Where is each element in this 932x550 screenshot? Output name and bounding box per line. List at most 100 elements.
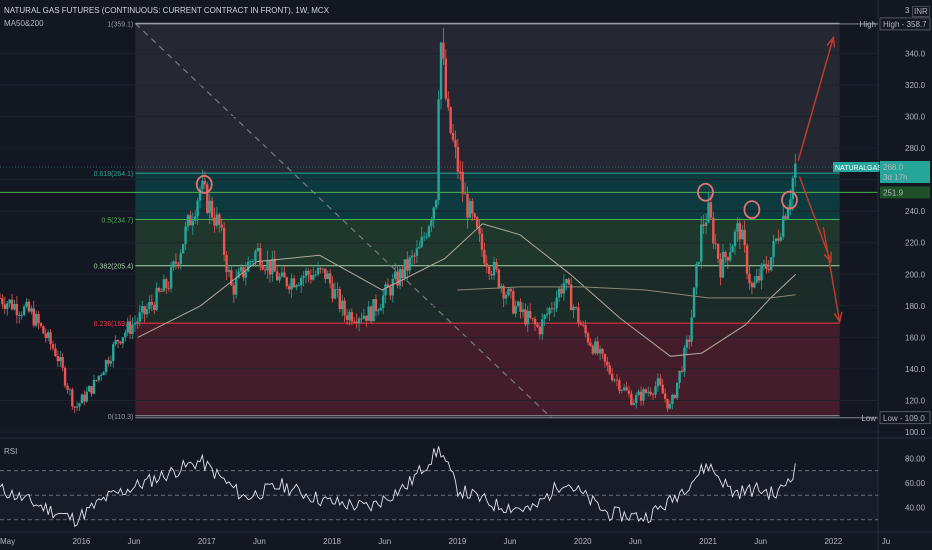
candle-body [194, 216, 197, 221]
candle-body [466, 194, 469, 218]
candle-body [543, 314, 546, 320]
candle-body [218, 214, 221, 225]
candle-body [394, 271, 397, 280]
candle-body [355, 321, 358, 324]
candle-body [728, 252, 732, 261]
candle-body [422, 236, 426, 238]
candle-body [107, 359, 110, 364]
time-tick-label: Jun [378, 537, 391, 546]
candle-body [697, 261, 701, 264]
candle-body [454, 139, 457, 147]
price-tick-label: 300.0 [905, 113, 926, 122]
candle-body [220, 224, 223, 228]
rsi-band [0, 470, 878, 520]
candle-body [360, 318, 363, 320]
indicator-label[interactable]: MA50&200 [4, 19, 44, 28]
candle-body [651, 394, 655, 396]
candle-body [287, 286, 291, 290]
candle-body [172, 261, 175, 268]
candle-body [398, 268, 402, 286]
candle-body [280, 272, 284, 277]
candle-body [480, 233, 484, 250]
candle-body [61, 357, 64, 368]
time-tick-label: Jun [128, 537, 141, 546]
candle-body [119, 341, 122, 344]
candle [37, 310, 40, 330]
price-tick-label: 160.0 [905, 333, 926, 342]
time-axis[interactable]: May 2016 Jun 2017 Jun 2018 Jun 2019 Jun 2020 Jun 20… [0, 531, 932, 546]
candle-body [688, 339, 691, 342]
candle-body [437, 99, 440, 201]
candle-body [753, 282, 756, 288]
candle-body [581, 324, 585, 326]
candle-body [661, 384, 664, 394]
candle-body [191, 220, 194, 226]
time-tick-label: 2019 [449, 537, 467, 546]
candle-body [721, 251, 725, 278]
candle [112, 341, 115, 368]
candle-body [794, 163, 797, 178]
rsi-pane: 40.00 60.00 80.00 [0, 437, 932, 528]
candle [97, 375, 101, 383]
candle-body [709, 202, 713, 218]
candle-body [365, 315, 368, 321]
candle-body [704, 222, 708, 226]
candle-body [519, 301, 522, 312]
candle [54, 343, 57, 357]
candle-body [738, 223, 742, 240]
candle-body [283, 272, 286, 278]
candle-body [574, 307, 578, 308]
candle-body [606, 361, 609, 366]
candle-body [319, 268, 322, 270]
candle-body [145, 308, 149, 315]
candle-body [444, 58, 448, 99]
candle-body [654, 386, 657, 395]
candle-body [256, 248, 260, 252]
candle-body [131, 324, 134, 334]
candle-body [415, 248, 419, 256]
candle-body [3, 304, 7, 309]
rsi-tick-label: 40.00 [905, 503, 926, 512]
candle-body [162, 279, 166, 292]
candle-body [54, 348, 57, 357]
candle-body [678, 370, 681, 383]
candle-body [247, 261, 250, 272]
fib-zone [135, 23, 840, 174]
candle-body [485, 263, 488, 267]
candle-body [451, 132, 455, 140]
time-tick-label: 2016 [73, 537, 91, 546]
rsi-label[interactable]: RSI [4, 447, 17, 456]
candle-body [239, 267, 243, 272]
candle-body [302, 276, 305, 279]
candle-body [442, 42, 445, 59]
candle-body [461, 171, 464, 194]
candle-body [128, 321, 132, 334]
candle-body [353, 321, 356, 323]
candle [675, 382, 679, 401]
candle-body [273, 258, 276, 272]
candle [63, 365, 67, 388]
candle-body [765, 263, 768, 269]
candle [90, 386, 93, 397]
candle [119, 341, 122, 345]
candle-body [90, 386, 93, 394]
candle-body [716, 243, 720, 259]
candle-body [37, 314, 40, 324]
candle-body [87, 386, 91, 392]
candle [512, 287, 515, 315]
candle-body [232, 285, 235, 295]
candle-body [309, 275, 313, 280]
currency-badge[interactable]: INR [912, 6, 930, 17]
candle-body [620, 390, 623, 391]
candle [121, 337, 125, 349]
candle-body [384, 284, 387, 296]
candle-body [13, 304, 16, 310]
candle-body [786, 208, 790, 219]
candle-body [690, 317, 693, 342]
candle [87, 385, 91, 392]
candle-body [598, 348, 602, 354]
candle-body [201, 180, 204, 190]
candle-body [68, 389, 72, 391]
candle-body [126, 321, 129, 333]
candle-body [124, 332, 127, 338]
